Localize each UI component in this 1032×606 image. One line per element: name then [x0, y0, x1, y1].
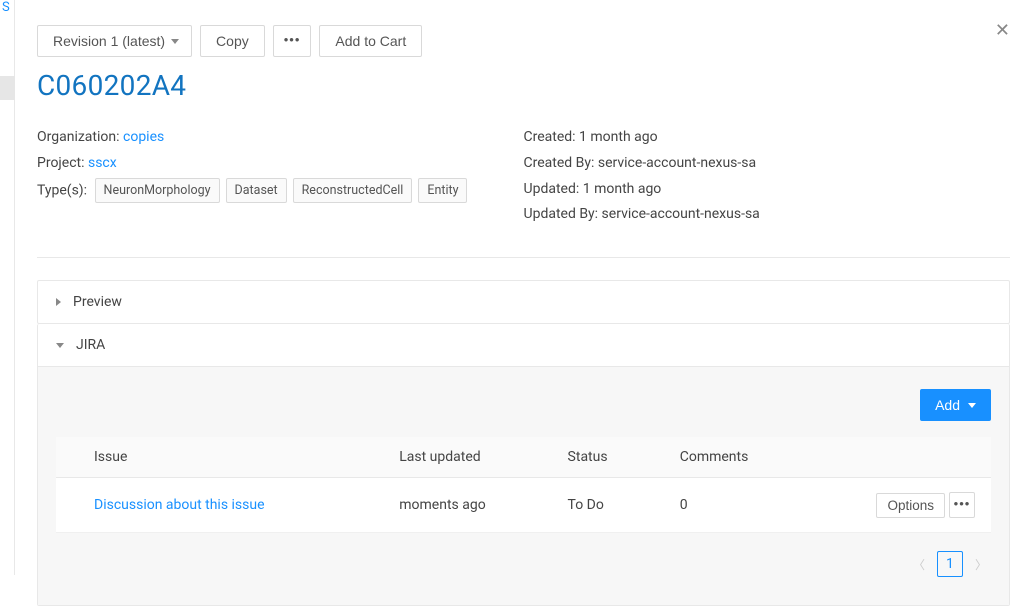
jira-issues-table: Issue Last updated Status Comments Discu… [56, 437, 991, 533]
type-tag: Entity [418, 178, 467, 203]
preview-panel: Preview [37, 280, 1010, 324]
pagination: 〈 1 〉 [56, 551, 991, 577]
col-status: Status [552, 437, 664, 478]
updated-by-label: Updated By: [524, 206, 599, 222]
metadata-right: Created: 1 month ago Created By: service… [524, 126, 1011, 229]
page-next[interactable]: 〉 [971, 556, 991, 573]
project-link[interactable]: sscx [88, 155, 117, 171]
metadata-section: Organization: copies Project: sscx Type(… [37, 126, 1010, 229]
add-jira-button[interactable]: Add [920, 389, 991, 421]
table-row: Discussion about this issue moments ago … [56, 478, 991, 533]
preview-panel-title: Preview [73, 294, 122, 310]
col-last-updated: Last updated [383, 437, 551, 478]
issue-link[interactable]: Discussion about this issue [94, 497, 265, 513]
chevron-down-icon [968, 403, 976, 408]
org-label: Organization: [37, 129, 120, 145]
row-options-button[interactable]: Options [876, 493, 945, 518]
org-link[interactable]: copies [123, 129, 164, 145]
cell-comments: 0 [664, 478, 832, 533]
chevron-down-icon [56, 343, 64, 348]
more-actions-button[interactable]: ••• [273, 25, 312, 57]
updated-by-value: service-account-nexus-sa [602, 206, 760, 222]
divider [37, 257, 1010, 258]
resource-title: C060202A4 [37, 69, 1010, 102]
metadata-left: Organization: copies Project: sscx Type(… [37, 126, 524, 229]
page-prev[interactable]: 〈 [909, 556, 929, 573]
page-1[interactable]: 1 [937, 551, 963, 577]
partial-label: S [0, 0, 14, 15]
row-more-button[interactable]: ••• [949, 492, 975, 518]
type-tag: NeuronMorphology [95, 178, 220, 203]
created-label: Created: [524, 129, 576, 145]
created-by-value: service-account-nexus-sa [598, 155, 756, 171]
preview-panel-header[interactable]: Preview [38, 281, 1009, 323]
jira-panel: JIRA Add Issue Last updated Status [37, 324, 1010, 606]
copy-button[interactable]: Copy [200, 25, 265, 57]
updated-value: 1 month ago [583, 181, 662, 197]
toolbar: Revision 1 (latest) Copy ••• Add to Cart [37, 25, 1010, 57]
revision-label: Revision 1 (latest) [53, 33, 165, 49]
chevron-down-icon [171, 39, 179, 44]
jira-panel-title: JIRA [76, 337, 105, 353]
table-header-row: Issue Last updated Status Comments [56, 437, 991, 478]
cell-last-updated: moments ago [383, 478, 551, 533]
close-icon[interactable]: ✕ [995, 22, 1010, 40]
resource-detail-modal: ✕ Revision 1 (latest) Copy ••• Add to Ca… [37, 0, 1032, 575]
chevron-right-icon [56, 298, 61, 306]
ellipsis-icon: ••• [284, 32, 301, 47]
ellipsis-icon: ••• [954, 496, 971, 511]
types-label: Type(s): [37, 182, 87, 198]
cell-status: To Do [552, 478, 664, 533]
jira-panel-body: Add Issue Last updated Status Comments [38, 366, 1009, 605]
col-issue: Issue [56, 437, 383, 478]
col-comments: Comments [664, 437, 832, 478]
type-tag: Dataset [226, 178, 287, 203]
left-sidebar-sliver: S [0, 0, 15, 575]
created-by-label: Created By: [524, 155, 595, 171]
add-to-cart-button[interactable]: Add to Cart [319, 25, 422, 57]
type-tag: ReconstructedCell [293, 178, 413, 203]
jira-panel-header[interactable]: JIRA [38, 324, 1009, 366]
revision-dropdown[interactable]: Revision 1 (latest) [37, 25, 192, 57]
updated-label: Updated: [524, 181, 580, 197]
created-value: 1 month ago [579, 129, 658, 145]
partial-selected-row [0, 76, 15, 100]
project-label: Project: [37, 155, 85, 171]
